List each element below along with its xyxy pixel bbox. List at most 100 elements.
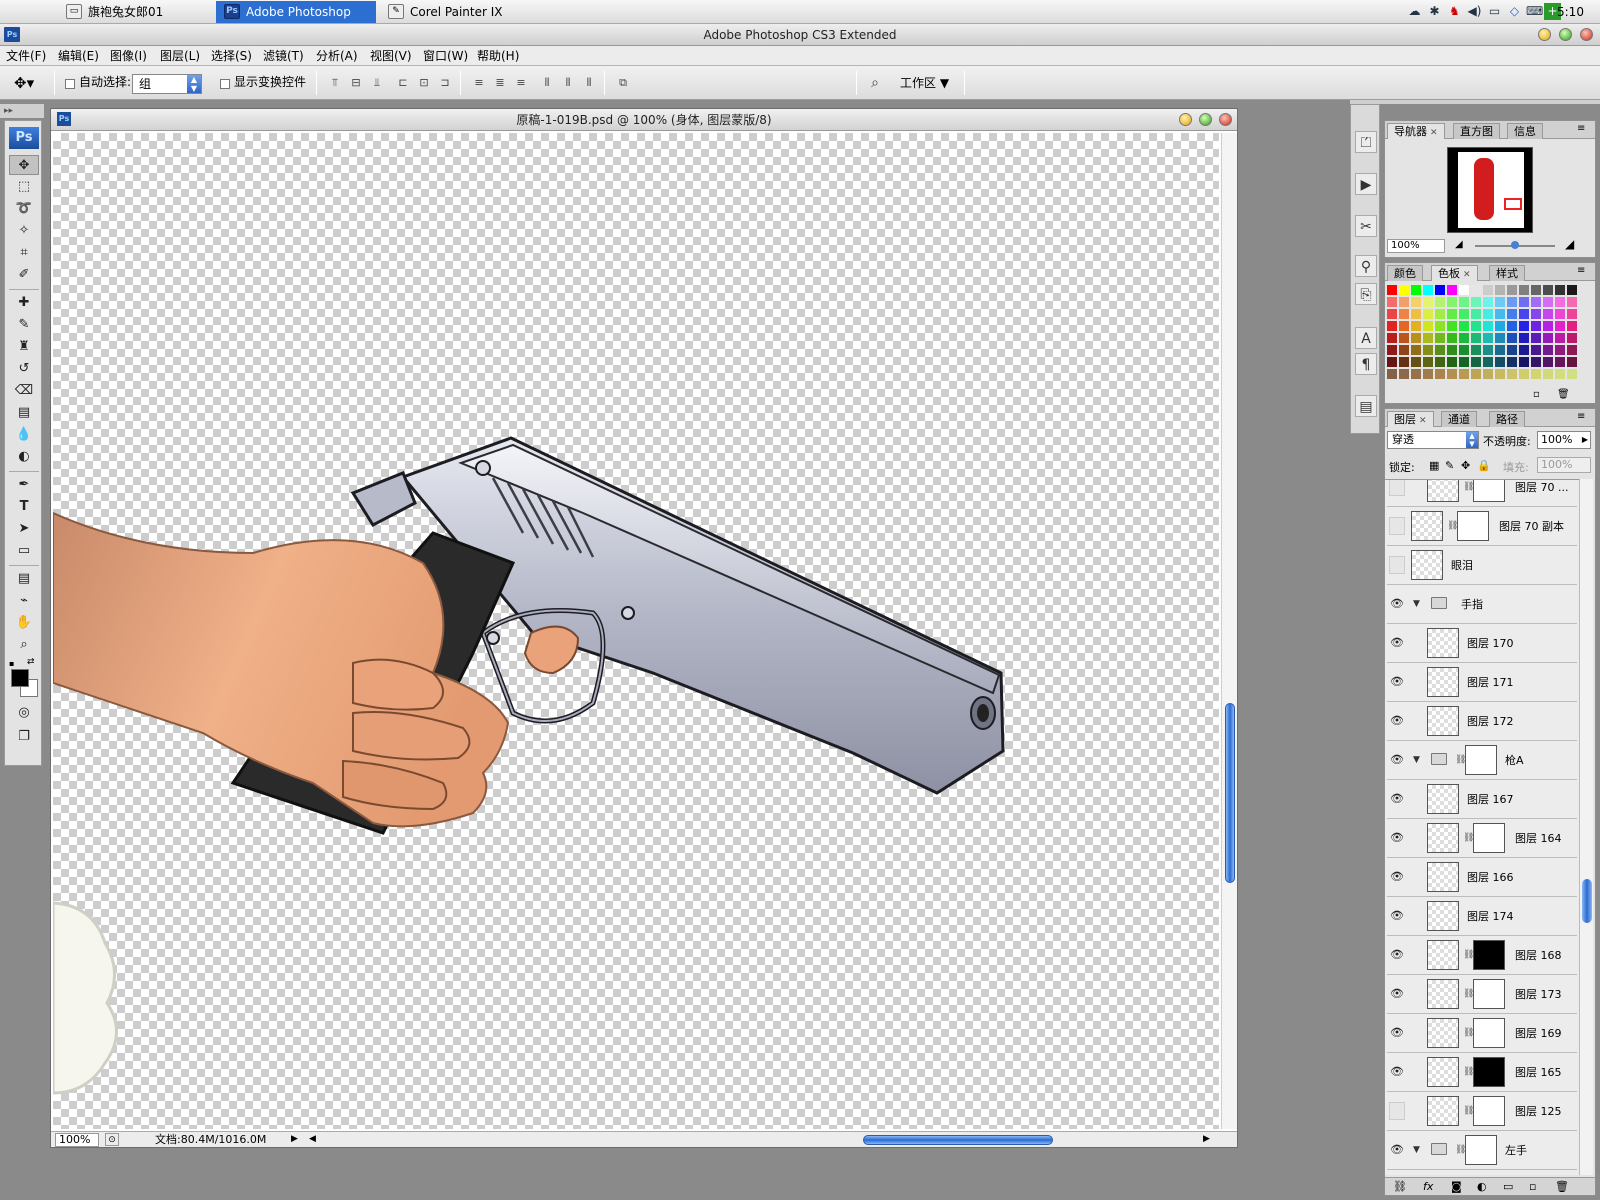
color-swatch[interactable]: [1459, 345, 1470, 356]
expand-triangle-icon[interactable]: ▼: [1413, 753, 1420, 768]
tool-presets-icon[interactable]: ✂: [1355, 215, 1377, 237]
eye-icon[interactable]: 👁: [1389, 673, 1405, 691]
color-swatch[interactable]: [1519, 321, 1530, 332]
color-swatch[interactable]: [1555, 321, 1566, 332]
link-layers-icon[interactable]: ⛓: [1393, 1180, 1407, 1193]
layer-thumbnail[interactable]: [1427, 901, 1459, 931]
color-swatch[interactable]: [1543, 297, 1554, 308]
eye-icon[interactable]: 👁: [1389, 1141, 1405, 1159]
color-swatch[interactable]: [1555, 345, 1566, 356]
distribute-top-icon[interactable]: ≡: [470, 75, 488, 91]
eye-icon[interactable]: 👁: [1389, 946, 1405, 964]
eye-icon[interactable]: 👁: [1389, 985, 1405, 1003]
color-swatch[interactable]: [1531, 333, 1542, 344]
layer-row[interactable]: 👁 图层 171: [1387, 663, 1577, 702]
distribute-hcenter-icon[interactable]: ⦀: [559, 75, 577, 91]
doc-zoom-button[interactable]: [1199, 113, 1212, 126]
color-swatch[interactable]: [1555, 357, 1566, 368]
link-icon[interactable]: ⛓: [1463, 948, 1474, 962]
color-swatch[interactable]: [1387, 357, 1398, 368]
color-swatch[interactable]: [1459, 297, 1470, 308]
color-swatch[interactable]: [1471, 309, 1482, 320]
color-swatch[interactable]: [1471, 369, 1482, 380]
color-swatch[interactable]: [1567, 285, 1578, 296]
lock-pixels-icon[interactable]: ✎: [1445, 459, 1454, 472]
bluetooth-icon[interactable]: ✱: [1426, 3, 1443, 20]
vertical-scroll-thumb[interactable]: [1225, 703, 1235, 883]
toolbox-grip[interactable]: ▸▸: [0, 104, 44, 118]
eye-icon[interactable]: 👁: [1389, 634, 1405, 652]
layer-mask-thumbnail[interactable]: [1473, 823, 1505, 853]
layer-thumbnail[interactable]: [1427, 1096, 1459, 1126]
color-swatch[interactable]: [1495, 357, 1506, 368]
zoom-tool-icon[interactable]: ⌕: [9, 635, 39, 655]
tab-navigator[interactable]: 导航器 ✕: [1387, 123, 1445, 139]
color-swatch[interactable]: [1387, 285, 1398, 296]
color-swatch[interactable]: [1495, 309, 1506, 320]
history-panel-icon[interactable]: ⏍: [1355, 131, 1377, 153]
eye-icon[interactable]: 👁: [1389, 868, 1405, 886]
layer-mask-thumbnail[interactable]: [1465, 745, 1497, 775]
actions-panel-icon[interactable]: ▶: [1355, 173, 1377, 195]
color-swatch[interactable]: [1519, 357, 1530, 368]
close-icon[interactable]: ✕: [1419, 416, 1427, 426]
expand-triangle-icon[interactable]: ▼: [1413, 1143, 1420, 1158]
color-swatch[interactable]: [1471, 333, 1482, 344]
color-swatch[interactable]: [1435, 321, 1446, 332]
layer-thumbnail[interactable]: [1427, 706, 1459, 736]
layer-row[interactable]: 👁 图层 174: [1387, 897, 1577, 936]
file-browser-icon[interactable]: ⌕: [866, 75, 884, 91]
color-swatch[interactable]: [1483, 297, 1494, 308]
zoom-slider-thumb[interactable]: [1511, 241, 1519, 249]
color-swatch[interactable]: [1567, 333, 1578, 344]
color-swatch[interactable]: [1435, 345, 1446, 356]
color-swatch[interactable]: [1387, 369, 1398, 380]
color-swatch[interactable]: [1459, 309, 1470, 320]
link-icon[interactable]: ⛓: [1463, 1104, 1474, 1118]
color-swatch[interactable]: [1435, 297, 1446, 308]
layer-list[interactable]: ⛓ 图层 70 ... ⛓ 图层 70 副本 眼泪 👁 ▼ 手指 👁 图层 170 👁 图层 171 👁…: [1385, 479, 1579, 1175]
color-swatch[interactable]: [1483, 345, 1494, 356]
color-swatch[interactable]: [1507, 285, 1518, 296]
color-swatch[interactable]: [1399, 369, 1410, 380]
color-swatch[interactable]: [1531, 345, 1542, 356]
color-swatch[interactable]: [1399, 333, 1410, 344]
color-swatch[interactable]: [1519, 333, 1530, 344]
color-swatch[interactable]: [1411, 285, 1422, 296]
layer-thumbnail[interactable]: [1427, 784, 1459, 814]
color-swatch[interactable]: [1423, 369, 1434, 380]
color-swatch[interactable]: [1435, 333, 1446, 344]
color-swatch[interactable]: [1531, 357, 1542, 368]
clone-source-icon[interactable]: ⎘: [1355, 283, 1377, 305]
clone-stamp-icon[interactable]: ♜: [9, 337, 39, 357]
color-swatch[interactable]: [1435, 369, 1446, 380]
align-right-icon[interactable]: ⊐: [436, 75, 454, 91]
color-swatch[interactable]: [1471, 285, 1482, 296]
dodge-tool-icon[interactable]: ◐: [9, 447, 39, 467]
layer-thumbnail[interactable]: [1427, 862, 1459, 892]
zoom-level-field[interactable]: 100%: [55, 1133, 99, 1147]
layer-comps-icon[interactable]: ▤: [1355, 395, 1377, 417]
color-swatch[interactable]: [1567, 369, 1578, 380]
menu-file[interactable]: 文件(F): [6, 46, 46, 66]
color-swatch[interactable]: [1543, 369, 1554, 380]
layer-row[interactable]: ⛓ 图层 70 副本: [1387, 507, 1577, 546]
color-swatch[interactable]: [1471, 321, 1482, 332]
expand-triangle-icon[interactable]: ▼: [1413, 597, 1420, 612]
layer-row[interactable]: 👁 ⛓ 图层 168: [1387, 936, 1577, 975]
color-swatch[interactable]: [1435, 309, 1446, 320]
panel-menu-icon[interactable]: ≡: [1577, 123, 1585, 134]
close-icon[interactable]: ✕: [1463, 270, 1471, 280]
color-swatch[interactable]: [1483, 357, 1494, 368]
color-swatch[interactable]: [1495, 345, 1506, 356]
layer-mask-thumbnail[interactable]: [1473, 940, 1505, 970]
apple-icon[interactable]: [14, 2, 36, 22]
color-swatch[interactable]: [1507, 369, 1518, 380]
color-swatch[interactable]: [1567, 357, 1578, 368]
menu-select[interactable]: 选择(S): [211, 46, 252, 66]
color-swatch[interactable]: [1423, 345, 1434, 356]
marquee-tool-icon[interactable]: ⬚: [9, 177, 39, 197]
color-swatch[interactable]: [1567, 321, 1578, 332]
layer-row[interactable]: 👁 ⛓ 图层 164: [1387, 819, 1577, 858]
layer-row[interactable]: 眼泪: [1387, 546, 1577, 585]
